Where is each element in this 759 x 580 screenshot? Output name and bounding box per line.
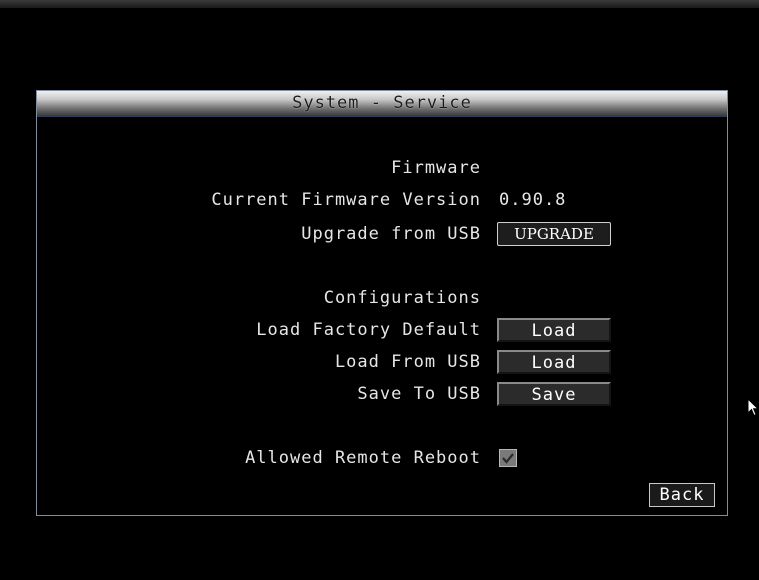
dialog-titlebar: System - Service [37, 91, 727, 117]
upgrade-label: Upgrade from USB [301, 224, 481, 244]
mouse-pointer-icon [747, 398, 759, 417]
dialog-title: System - Service [292, 93, 472, 113]
firmware-section-row: Firmware [37, 155, 729, 181]
upgrade-row: Upgrade from USB UPGRADE [37, 221, 729, 247]
current-firmware-row: Current Firmware Version 0.90.8 [37, 187, 729, 213]
factory-default-row: Load Factory Default Load [37, 317, 729, 343]
save-to-usb-button[interactable]: Save [497, 382, 611, 406]
current-firmware-value: 0.90.8 [499, 190, 567, 210]
load-factory-default-button[interactable]: Load [497, 318, 611, 342]
remote-reboot-label: Allowed Remote Reboot [245, 448, 481, 468]
upgrade-button[interactable]: UPGRADE [497, 222, 611, 246]
load-from-usb-row: Load From USB Load [37, 349, 729, 375]
load-from-usb-button[interactable]: Load [497, 350, 611, 374]
save-to-usb-label: Save To USB [357, 384, 481, 404]
back-button[interactable]: Back [649, 483, 715, 507]
remote-reboot-row: Allowed Remote Reboot [37, 445, 729, 471]
top-bar [0, 0, 759, 8]
load-from-usb-label: Load From USB [334, 352, 481, 372]
dvr-screen: System - Service Firmware Current Firmwa… [0, 0, 759, 580]
factory-default-label: Load Factory Default [256, 320, 481, 340]
configurations-section-label: Configurations [323, 288, 481, 308]
current-firmware-label: Current Firmware Version [211, 190, 481, 210]
remote-reboot-checkbox[interactable] [499, 449, 517, 467]
firmware-section-label: Firmware [391, 158, 481, 178]
save-to-usb-row: Save To USB Save [37, 381, 729, 407]
system-service-dialog: System - Service Firmware Current Firmwa… [36, 90, 728, 516]
checkmark-icon [502, 453, 514, 464]
configurations-section-row: Configurations [37, 285, 729, 311]
